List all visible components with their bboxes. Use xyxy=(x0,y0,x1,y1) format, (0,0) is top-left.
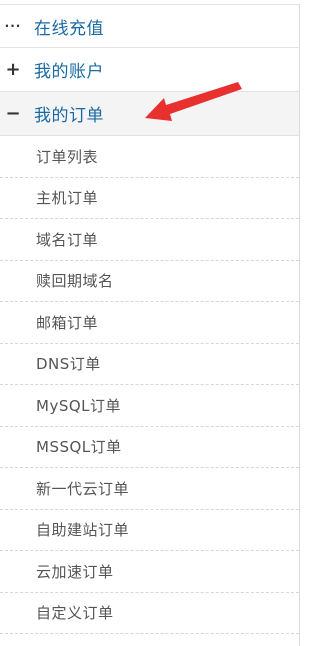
submenu-item-label: 自助建站订单 xyxy=(36,521,130,540)
menu-item-my-orders[interactable]: − 我的订单 xyxy=(0,92,299,136)
submenu-item-mailbox-orders[interactable]: 邮箱订单 xyxy=(0,302,299,344)
submenu-item-label: 云加速订单 xyxy=(36,562,114,581)
submenu-item-mssql-orders[interactable]: MSSQL订单 xyxy=(0,427,299,468)
submenu-item-dns-orders[interactable]: DNS订单 xyxy=(0,344,299,385)
menu-item-label: 我的账户 xyxy=(34,62,104,82)
submenu-item-label: DNS订单 xyxy=(36,355,101,374)
menu-item-label: 在线充值 xyxy=(34,18,104,39)
submenu-item-label: 主机订单 xyxy=(36,189,99,208)
submenu-item-domain-orders[interactable]: 域名订单 xyxy=(0,219,299,261)
submenu-item-label: 订单列表 xyxy=(36,147,99,166)
submenu-item-mysql-orders[interactable]: MySQL订单 xyxy=(0,385,299,427)
menu-item-label: 我的订单 xyxy=(34,106,104,126)
submenu-item-label: 域名订单 xyxy=(36,230,99,249)
submenu-item-order-list[interactable]: 订单列表 xyxy=(0,136,299,178)
submenu-item-cloud-acceleration-orders[interactable]: 云加速订单 xyxy=(0,551,299,593)
submenu-item-hosting-orders[interactable]: 主机订单 xyxy=(0,178,299,219)
submenu-item-label: MSSQL订单 xyxy=(36,438,122,457)
side-menu: ··· 在线充值 + 我的账户 − 我的订单 订单列表 主机订单 域名订单 赎回… xyxy=(0,4,300,646)
plus-icon: + xyxy=(5,58,21,80)
submenu-item-label: 邮箱订单 xyxy=(36,313,99,332)
menu-item-my-account[interactable]: + 我的账户 xyxy=(0,48,299,92)
submenu-item-site-builder-orders[interactable]: 自助建站订单 xyxy=(0,510,299,551)
menu-item-online-recharge[interactable]: ··· 在线充值 xyxy=(0,4,299,48)
submenu-item-label: 赎回期域名 xyxy=(36,272,114,291)
submenu-item-redemption-domains[interactable]: 赎回期域名 xyxy=(0,261,299,302)
submenu-item-label: 自定义订单 xyxy=(36,604,114,623)
submenu-item-label: 新一代云订单 xyxy=(36,479,130,498)
submenu-item-new-cloud-orders[interactable]: 新一代云订单 xyxy=(0,468,299,510)
submenu-item-label: MySQL订单 xyxy=(36,396,122,415)
minus-icon: − xyxy=(5,102,21,124)
more-dots-icon: ··· xyxy=(4,19,22,33)
submenu-item-custom-orders[interactable]: 自定义订单 xyxy=(0,593,299,634)
